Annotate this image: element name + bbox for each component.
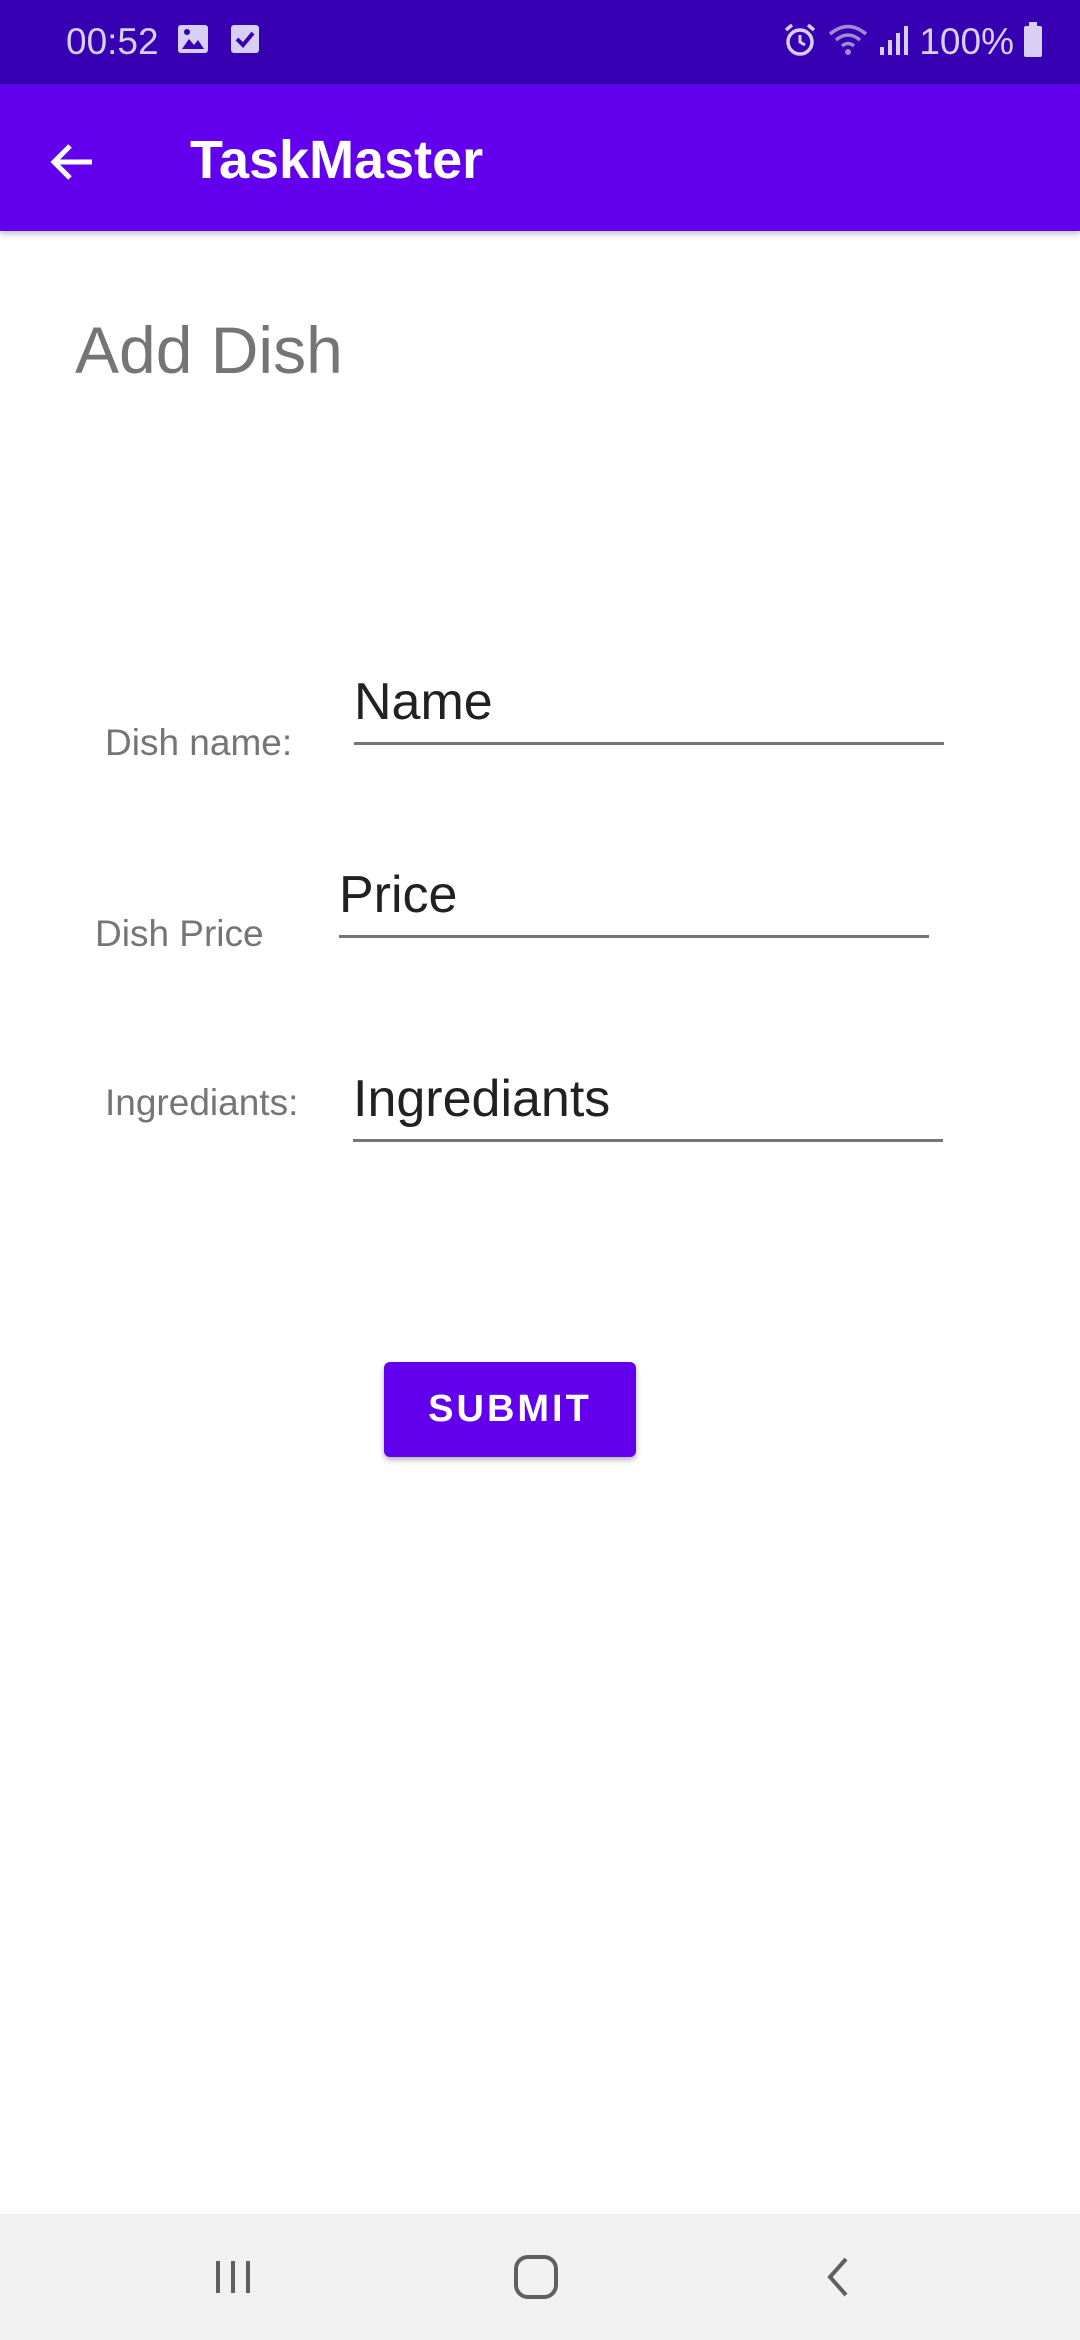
- dish-name-label: Dish name:: [105, 722, 293, 763]
- status-time: 00:52: [66, 21, 159, 62]
- submit-button[interactable]: SUBMIT: [384, 1362, 636, 1457]
- signal-icon: [877, 23, 911, 62]
- recents-icon: [216, 2261, 250, 2293]
- status-system-icons: 100%: [781, 18, 1044, 66]
- page-title: Add Dish: [75, 313, 343, 387]
- app-bar: TaskMaster: [0, 84, 1080, 231]
- status-bar: 00:52 100%: [0, 0, 1080, 84]
- gallery-icon: [176, 22, 210, 61]
- checkbox-icon: [228, 22, 262, 61]
- navigation-bar: [0, 2214, 1080, 2340]
- app-title: TaskMaster: [190, 130, 484, 190]
- dish-name-field[interactable]: Name: [354, 670, 944, 745]
- alarm-icon: [781, 21, 819, 64]
- dish-price-label: Dish Price: [95, 913, 264, 954]
- nav-back-button[interactable]: [738, 2214, 938, 2340]
- back-arrow-icon: [50, 144, 92, 180]
- wifi-icon: [827, 21, 869, 64]
- battery-icon: [1022, 21, 1044, 64]
- ingredients-field[interactable]: Ingrediants: [353, 1067, 943, 1142]
- home-icon: [514, 2255, 558, 2299]
- home-button[interactable]: [436, 2214, 636, 2340]
- recents-button[interactable]: [134, 2214, 334, 2340]
- battery-percent: 100%: [919, 21, 1014, 62]
- back-icon: [827, 2257, 848, 2297]
- dish-price-field[interactable]: Price: [339, 863, 929, 938]
- back-button[interactable]: [30, 120, 114, 204]
- status-notification-icons: [176, 22, 262, 61]
- ingredients-label: Ingrediants:: [105, 1082, 299, 1123]
